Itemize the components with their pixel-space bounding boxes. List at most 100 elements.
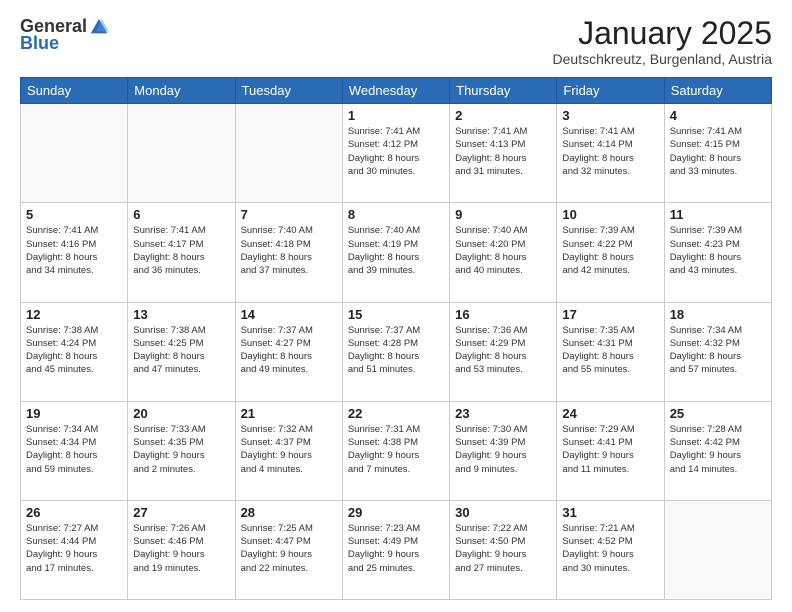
day-number: 27 [133,505,229,520]
day-number: 12 [26,307,122,322]
day-number: 19 [26,406,122,421]
day-number: 4 [670,108,766,123]
day-info: Sunrise: 7:37 AM Sunset: 4:27 PM Dayligh… [241,324,337,377]
weekday-header-thursday: Thursday [450,78,557,104]
day-number: 28 [241,505,337,520]
calendar-cell: 15Sunrise: 7:37 AM Sunset: 4:28 PM Dayli… [342,302,449,401]
day-number: 16 [455,307,551,322]
day-number: 1 [348,108,444,123]
day-number: 30 [455,505,551,520]
calendar-cell: 5 Sunrise: 7:41 AM Sunset: 4:16 PM Daylig… [21,203,128,302]
calendar-cell: 3Sunrise: 7:41 AM Sunset: 4:14 PM Daylig… [557,104,664,203]
calendar-cell: 4 Sunrise: 7:41 AM Sunset: 4:15 PM Daylig… [664,104,771,203]
day-number: 10 [562,207,658,222]
day-info: Sunrise: 7:27 AM Sunset: 4:44 PM Dayligh… [26,522,122,575]
calendar-cell: 8 Sunrise: 7:40 AM Sunset: 4:19 PM Daylig… [342,203,449,302]
day-number: 6 [133,207,229,222]
day-number: 18 [670,307,766,322]
day-info: Sunrise: 7:31 AM Sunset: 4:38 PM Dayligh… [348,423,444,476]
calendar: SundayMondayTuesdayWednesdayThursdayFrid… [20,77,772,600]
day-info: Sunrise: 7:40 AM Sunset: 4:18 PM Dayligh… [241,224,337,277]
title-block: January 2025 Deutschkreutz, Burgenland, … [553,16,772,67]
day-number: 20 [133,406,229,421]
calendar-cell: 13Sunrise: 7:38 AM Sunset: 4:25 PM Dayli… [128,302,235,401]
calendar-cell: 31Sunrise: 7:21 AM Sunset: 4:52 PM Dayli… [557,500,664,599]
month-title: January 2025 [553,16,772,51]
day-info: Sunrise: 7:38 AM Sunset: 4:24 PM Dayligh… [26,324,122,377]
week-row-1: 5 Sunrise: 7:41 AM Sunset: 4:16 PM Daylig… [21,203,772,302]
calendar-cell [664,500,771,599]
day-info: Sunrise: 7:21 AM Sunset: 4:52 PM Dayligh… [562,522,658,575]
week-row-0: 1Sunrise: 7:41 AM Sunset: 4:12 PM Daylig… [21,104,772,203]
day-info: Sunrise: 7:29 AM Sunset: 4:41 PM Dayligh… [562,423,658,476]
week-row-2: 12 Sunrise: 7:38 AM Sunset: 4:24 PM Dayli… [21,302,772,401]
day-number: 5 [26,207,122,222]
day-number: 17 [562,307,658,322]
calendar-cell: 10 Sunrise: 7:39 AM Sunset: 4:22 PM Dayli… [557,203,664,302]
day-number: 9 [455,207,551,222]
calendar-cell: 17 Sunrise: 7:35 AM Sunset: 4:31 PM Dayli… [557,302,664,401]
calendar-cell: 30 Sunrise: 7:22 AM Sunset: 4:50 PM Dayli… [450,500,557,599]
day-info: Sunrise: 7:35 AM Sunset: 4:31 PM Dayligh… [562,324,658,377]
day-info: Sunrise: 7:32 AM Sunset: 4:37 PM Dayligh… [241,423,337,476]
calendar-cell: 9 Sunrise: 7:40 AM Sunset: 4:20 PM Daylig… [450,203,557,302]
day-number: 8 [348,207,444,222]
page: General Blue January 2025 Deutschkreutz,… [0,0,792,612]
calendar-cell: 29 Sunrise: 7:23 AM Sunset: 4:49 PM Dayli… [342,500,449,599]
calendar-cell: 25 Sunrise: 7:28 AM Sunset: 4:42 PM Dayli… [664,401,771,500]
day-number: 24 [562,406,658,421]
day-info: Sunrise: 7:41 AM Sunset: 4:14 PM Dayligh… [562,125,658,178]
day-info: Sunrise: 7:41 AM Sunset: 4:13 PM Dayligh… [455,125,551,178]
day-info: Sunrise: 7:41 AM Sunset: 4:17 PM Dayligh… [133,224,229,277]
day-info: Sunrise: 7:40 AM Sunset: 4:20 PM Dayligh… [455,224,551,277]
logo-blue: Blue [20,33,59,54]
calendar-cell: 16 Sunrise: 7:36 AM Sunset: 4:29 PM Dayli… [450,302,557,401]
calendar-cell: 22 Sunrise: 7:31 AM Sunset: 4:38 PM Dayli… [342,401,449,500]
calendar-cell: 26 Sunrise: 7:27 AM Sunset: 4:44 PM Dayli… [21,500,128,599]
day-info: Sunrise: 7:39 AM Sunset: 4:23 PM Dayligh… [670,224,766,277]
day-info: Sunrise: 7:39 AM Sunset: 4:22 PM Dayligh… [562,224,658,277]
day-info: Sunrise: 7:23 AM Sunset: 4:49 PM Dayligh… [348,522,444,575]
day-info: Sunrise: 7:26 AM Sunset: 4:46 PM Dayligh… [133,522,229,575]
location: Deutschkreutz, Burgenland, Austria [553,51,772,67]
logo: General Blue [20,16,109,54]
day-number: 13 [133,307,229,322]
day-info: Sunrise: 7:41 AM Sunset: 4:16 PM Dayligh… [26,224,122,277]
calendar-cell: 1Sunrise: 7:41 AM Sunset: 4:12 PM Daylig… [342,104,449,203]
weekday-header-friday: Friday [557,78,664,104]
calendar-cell: 6 Sunrise: 7:41 AM Sunset: 4:17 PM Daylig… [128,203,235,302]
day-info: Sunrise: 7:40 AM Sunset: 4:19 PM Dayligh… [348,224,444,277]
weekday-header-tuesday: Tuesday [235,78,342,104]
day-number: 25 [670,406,766,421]
week-row-3: 19 Sunrise: 7:34 AM Sunset: 4:34 PM Dayli… [21,401,772,500]
day-number: 21 [241,406,337,421]
day-info: Sunrise: 7:28 AM Sunset: 4:42 PM Dayligh… [670,423,766,476]
calendar-cell: 7 Sunrise: 7:40 AM Sunset: 4:18 PM Daylig… [235,203,342,302]
day-info: Sunrise: 7:36 AM Sunset: 4:29 PM Dayligh… [455,324,551,377]
weekday-header-wednesday: Wednesday [342,78,449,104]
weekday-header-sunday: Sunday [21,78,128,104]
day-number: 26 [26,505,122,520]
day-info: Sunrise: 7:25 AM Sunset: 4:47 PM Dayligh… [241,522,337,575]
day-number: 15 [348,307,444,322]
calendar-cell: 20 Sunrise: 7:33 AM Sunset: 4:35 PM Dayli… [128,401,235,500]
day-info: Sunrise: 7:22 AM Sunset: 4:50 PM Dayligh… [455,522,551,575]
day-info: Sunrise: 7:33 AM Sunset: 4:35 PM Dayligh… [133,423,229,476]
weekday-header-monday: Monday [128,78,235,104]
day-number: 22 [348,406,444,421]
day-info: Sunrise: 7:34 AM Sunset: 4:34 PM Dayligh… [26,423,122,476]
day-info: Sunrise: 7:41 AM Sunset: 4:15 PM Dayligh… [670,125,766,178]
week-row-4: 26 Sunrise: 7:27 AM Sunset: 4:44 PM Dayli… [21,500,772,599]
calendar-cell [21,104,128,203]
day-number: 14 [241,307,337,322]
header: General Blue January 2025 Deutschkreutz,… [20,16,772,67]
day-info: Sunrise: 7:34 AM Sunset: 4:32 PM Dayligh… [670,324,766,377]
day-number: 29 [348,505,444,520]
calendar-cell: 27 Sunrise: 7:26 AM Sunset: 4:46 PM Dayli… [128,500,235,599]
calendar-cell: 12 Sunrise: 7:38 AM Sunset: 4:24 PM Dayli… [21,302,128,401]
calendar-cell: 2 Sunrise: 7:41 AM Sunset: 4:13 PM Daylig… [450,104,557,203]
day-number: 2 [455,108,551,123]
day-number: 11 [670,207,766,222]
calendar-cell: 23Sunrise: 7:30 AM Sunset: 4:39 PM Dayli… [450,401,557,500]
day-number: 7 [241,207,337,222]
